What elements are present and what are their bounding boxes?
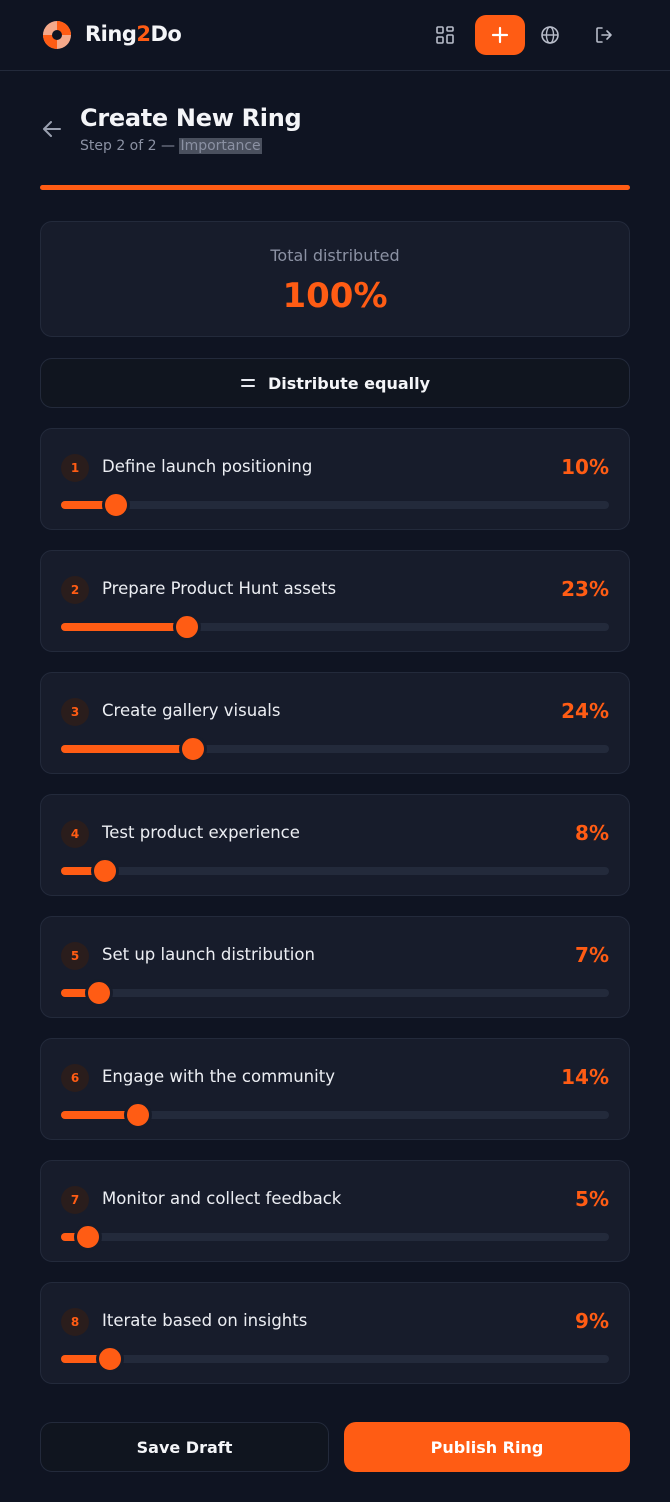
back-button[interactable] bbox=[38, 115, 66, 143]
task-percentage: 5% bbox=[575, 1187, 609, 1211]
slider-thumb[interactable] bbox=[103, 492, 129, 518]
slider-track[interactable] bbox=[61, 989, 609, 997]
dashboard-button[interactable] bbox=[427, 17, 463, 53]
task-percentage: 7% bbox=[575, 943, 609, 967]
task-name: Prepare Product Hunt assets bbox=[102, 579, 337, 598]
brand-part-two: 2 bbox=[136, 22, 151, 46]
slider-thumb[interactable] bbox=[174, 614, 200, 640]
task-name: Engage with the community bbox=[102, 1067, 335, 1086]
distribute-equally-button[interactable]: Distribute equally bbox=[40, 358, 630, 408]
slider-track[interactable] bbox=[61, 1233, 609, 1241]
slider-thumb[interactable] bbox=[92, 858, 118, 884]
task-number-badge: 3 bbox=[61, 698, 89, 726]
importance-slider[interactable] bbox=[61, 614, 609, 640]
step-indicator: Step 2 of 2 — Importance bbox=[80, 138, 262, 154]
task-percentage: 14% bbox=[561, 1065, 609, 1089]
task-name: Iterate based on insights bbox=[102, 1311, 308, 1330]
importance-slider[interactable] bbox=[61, 1224, 609, 1250]
slider-thumb[interactable] bbox=[97, 1346, 123, 1372]
task-number-badge: 8 bbox=[61, 1308, 89, 1336]
slider-thumb[interactable] bbox=[86, 980, 112, 1006]
task-number-badge: 5 bbox=[61, 942, 89, 970]
globe-icon bbox=[541, 26, 559, 44]
task-number-badge: 1 bbox=[61, 454, 89, 482]
importance-slider[interactable] bbox=[61, 858, 609, 884]
task-number-badge: 2 bbox=[61, 576, 89, 604]
brand-part-do: Do bbox=[150, 22, 182, 46]
total-distributed-value: 100% bbox=[282, 276, 388, 316]
language-button[interactable] bbox=[532, 17, 568, 53]
slider-fill bbox=[61, 745, 193, 753]
importance-slider[interactable] bbox=[61, 980, 609, 1006]
brand-part-ring: Ring bbox=[85, 22, 137, 46]
task-card: 1 Define launch positioning 10% bbox=[40, 428, 630, 530]
slider-thumb[interactable] bbox=[75, 1224, 101, 1250]
slider-track[interactable] bbox=[61, 1355, 609, 1363]
task-percentage: 8% bbox=[575, 821, 609, 845]
task-name: Test product experience bbox=[102, 823, 300, 842]
top-bar: Ring2Do bbox=[0, 0, 670, 71]
importance-slider[interactable] bbox=[61, 736, 609, 762]
arrow-left-icon bbox=[43, 121, 61, 137]
publish-ring-button[interactable]: Publish Ring bbox=[344, 1422, 630, 1472]
grid-icon bbox=[436, 26, 454, 44]
logout-icon bbox=[596, 27, 612, 43]
task-number-badge: 7 bbox=[61, 1186, 89, 1214]
slider-track[interactable] bbox=[61, 501, 609, 509]
slider-thumb[interactable] bbox=[180, 736, 206, 762]
slider-track[interactable] bbox=[61, 867, 609, 875]
task-card: 3 Create gallery visuals 24% bbox=[40, 672, 630, 774]
task-card: 2 Prepare Product Hunt assets 23% bbox=[40, 550, 630, 652]
logout-button[interactable] bbox=[586, 17, 622, 53]
importance-slider[interactable] bbox=[61, 1102, 609, 1128]
importance-slider[interactable] bbox=[61, 492, 609, 518]
new-ring-button[interactable] bbox=[475, 15, 525, 55]
equals-icon bbox=[240, 379, 255, 387]
save-draft-button[interactable]: Save Draft bbox=[40, 1422, 329, 1472]
distribute-equally-label: Distribute equally bbox=[267, 373, 431, 393]
page-title: Create New Ring bbox=[80, 104, 302, 132]
step-progress-bar bbox=[40, 185, 630, 190]
task-percentage: 23% bbox=[561, 577, 609, 601]
task-name: Define launch positioning bbox=[102, 457, 313, 476]
task-card: 4 Test product experience 8% bbox=[40, 794, 630, 896]
slider-thumb[interactable] bbox=[125, 1102, 151, 1128]
task-card: 8 Iterate based on insights 9% bbox=[40, 1282, 630, 1384]
task-card: 7 Monitor and collect feedback 5% bbox=[40, 1160, 630, 1262]
task-percentage: 24% bbox=[561, 699, 609, 723]
slider-fill bbox=[61, 623, 187, 631]
task-percentage: 9% bbox=[575, 1309, 609, 1333]
importance-slider[interactable] bbox=[61, 1346, 609, 1372]
step-count: Step 2 of 2 — bbox=[80, 138, 180, 154]
total-distributed-card: Total distributed 100% bbox=[40, 221, 630, 337]
step-name: Importance bbox=[179, 138, 262, 154]
task-number-badge: 6 bbox=[61, 1064, 89, 1092]
task-card: 5 Set up launch distribution 7% bbox=[40, 916, 630, 1018]
task-name: Set up launch distribution bbox=[102, 945, 315, 964]
task-card: 6 Engage with the community 14% bbox=[40, 1038, 630, 1140]
ring-logo-icon[interactable] bbox=[42, 20, 72, 50]
brand-name[interactable]: Ring2Do bbox=[85, 22, 182, 46]
task-name: Create gallery visuals bbox=[102, 701, 281, 720]
total-distributed-label: Total distributed bbox=[270, 246, 400, 265]
task-name: Monitor and collect feedback bbox=[102, 1189, 342, 1208]
task-percentage: 10% bbox=[561, 455, 609, 479]
task-number-badge: 4 bbox=[61, 820, 89, 848]
plus-icon bbox=[491, 26, 509, 44]
